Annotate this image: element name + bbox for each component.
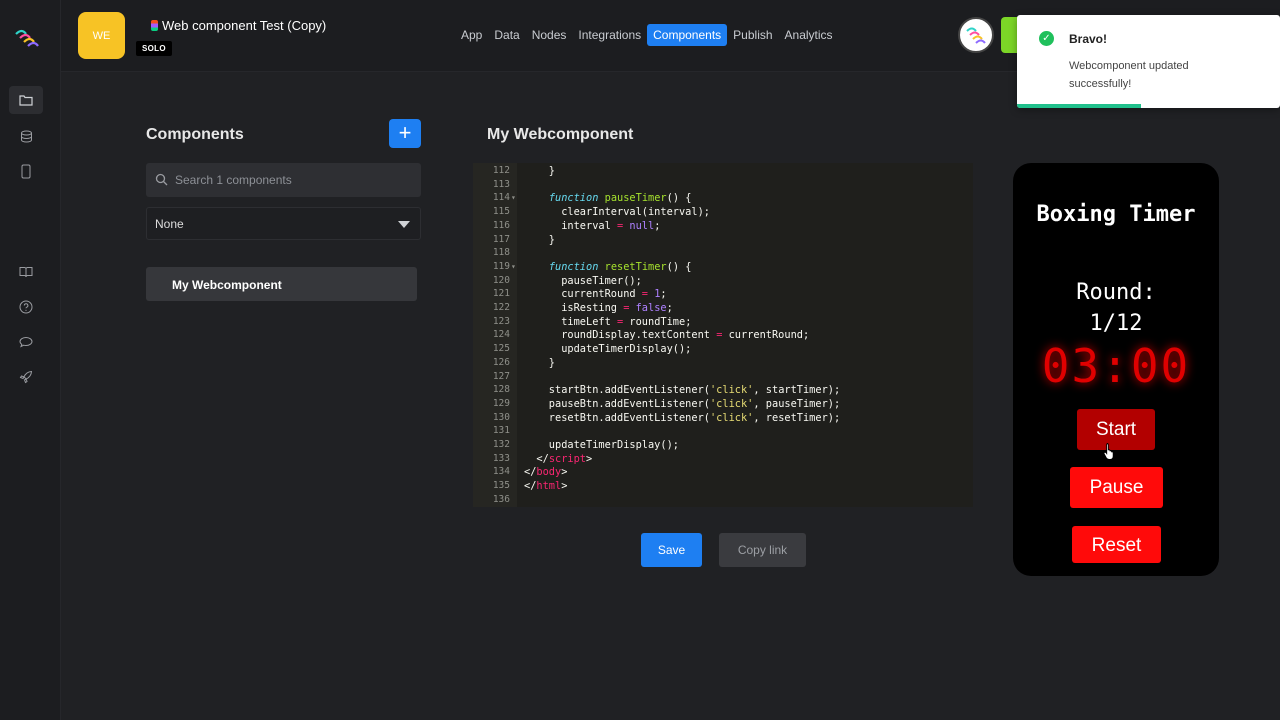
- plan-badge: SOLO: [136, 41, 172, 56]
- book-icon[interactable]: [15, 261, 37, 283]
- code-text: function pauseTimer() {: [548, 192, 692, 205]
- code-text: }: [524, 165, 555, 177]
- list-item-component[interactable]: My Webcomponent: [146, 267, 417, 301]
- help-icon[interactable]: [15, 296, 37, 318]
- line-number: 128: [492, 384, 510, 396]
- code-text: pauseTimer();: [524, 274, 642, 287]
- code-text: </script>: [524, 452, 593, 465]
- add-component-button[interactable]: +: [389, 119, 421, 148]
- toast-title: Bravo!: [1069, 32, 1108, 46]
- tab-components[interactable]: Components: [647, 24, 728, 46]
- filter-select[interactable]: None: [146, 207, 421, 240]
- project-title-text: Web component Test (Copy): [162, 18, 327, 33]
- line-number: 126: [492, 356, 510, 368]
- project-title[interactable]: Web component Test (Copy): [151, 18, 326, 33]
- code-text: updateTimerDisplay();: [524, 343, 692, 356]
- rocket-icon[interactable]: [15, 366, 37, 388]
- line-number: 112: [492, 165, 510, 176]
- line-number: 127: [492, 370, 510, 382]
- tab-integrations[interactable]: Integrations: [572, 24, 647, 46]
- line-number: 114: [492, 192, 510, 204]
- line-number: 125: [492, 343, 510, 355]
- tab-nodes[interactable]: Nodes: [526, 24, 573, 46]
- success-toast: ✓ Bravo! Webcomponent updated successful…: [1017, 15, 1280, 108]
- round-label: Round:: [1076, 280, 1156, 305]
- line-number: 122: [492, 302, 510, 313]
- round-value: 1/12: [1089, 311, 1143, 336]
- code-text: clearInterval(interval);: [524, 206, 710, 219]
- filter-value: None: [155, 217, 184, 231]
- code-text: updateTimerDisplay();: [524, 439, 679, 451]
- line-number: 129: [492, 397, 510, 409]
- tab-analytics[interactable]: Analytics: [779, 24, 839, 46]
- search-icon: [155, 173, 168, 191]
- code-text: resetBtn.addEventListener('click', reset…: [524, 411, 841, 424]
- user-avatar[interactable]: [958, 17, 994, 53]
- fold-icon[interactable]: ▾: [511, 260, 516, 274]
- code-text: pauseBtn.addEventListener('click', pause…: [524, 397, 841, 410]
- line-number: 113: [492, 178, 510, 190]
- code-text: timeLeft = roundTime;: [524, 315, 692, 328]
- fold-icon[interactable]: ▾: [511, 191, 516, 205]
- line-number: 119: [492, 260, 510, 272]
- figma-icon: [151, 20, 158, 31]
- components-title: Components: [146, 126, 244, 143]
- code-text: }: [524, 233, 555, 246]
- code-editor[interactable]: 112 } 113 114 ▾ function pauseTimer() {115 …: [473, 163, 973, 507]
- main-nav: App Data Nodes Integrations Components P…: [455, 24, 839, 46]
- code-text: </html>: [524, 480, 568, 493]
- toast-message: Webcomponent updated successfully!: [1069, 60, 1189, 90]
- line-number: 117: [492, 233, 510, 245]
- chevron-down-icon: [398, 221, 410, 228]
- line-number: 115: [492, 206, 510, 218]
- left-sidebar: [0, 0, 61, 720]
- code-text: isResting = false;: [524, 302, 673, 314]
- code-text: roundDisplay.textContent = currentRound;: [524, 329, 810, 342]
- pause-button[interactable]: Pause: [1070, 467, 1163, 508]
- tab-data[interactable]: Data: [488, 24, 525, 46]
- database-icon[interactable]: [15, 125, 37, 147]
- line-number: 132: [492, 439, 510, 450]
- component-search: [146, 163, 421, 197]
- line-number: 133: [492, 452, 510, 464]
- chat-icon[interactable]: [15, 331, 37, 353]
- reset-button[interactable]: Reset: [1072, 526, 1161, 563]
- save-button[interactable]: Save: [641, 533, 702, 567]
- timer-display: 03:00: [1041, 339, 1191, 393]
- cursor-icon: [1103, 442, 1117, 465]
- line-number: 123: [492, 315, 510, 327]
- line-number: 131: [492, 425, 510, 437]
- line-number: 135: [492, 480, 510, 492]
- toast-progress: [1017, 104, 1141, 108]
- component-preview: Boxing Timer Round: 1/12 03:00 Start Paus…: [1013, 163, 1219, 576]
- copy-link-button[interactable]: Copy link: [719, 533, 806, 567]
- line-number: 118: [492, 247, 510, 259]
- preview-title: Boxing Timer: [1036, 202, 1196, 227]
- code-text: </body>: [524, 466, 568, 479]
- folder-icon[interactable]: [9, 86, 43, 114]
- check-icon: ✓: [1039, 31, 1054, 46]
- line-number: 121: [492, 288, 510, 300]
- code-text: startBtn.addEventListener('click', start…: [524, 384, 841, 397]
- line-number: 116: [492, 219, 510, 231]
- line-number: 120: [492, 274, 510, 286]
- line-number: 124: [492, 329, 510, 341]
- app-avatar[interactable]: WE: [78, 12, 125, 59]
- round-display: Round: 1/12: [1013, 277, 1219, 339]
- logo-icon[interactable]: [12, 24, 42, 54]
- code-text: interval = null;: [524, 219, 661, 232]
- code-text: function resetTimer() {: [548, 260, 692, 273]
- line-number: 136: [492, 493, 510, 505]
- search-input[interactable]: [175, 163, 415, 197]
- line-number: 130: [492, 411, 510, 423]
- mobile-icon[interactable]: [15, 160, 37, 182]
- line-number: 134: [492, 466, 510, 478]
- tab-publish[interactable]: Publish: [727, 24, 778, 46]
- editor-title: My Webcomponent: [487, 126, 634, 143]
- tab-app[interactable]: App: [455, 24, 488, 46]
- code-text: }: [524, 356, 555, 369]
- code-text: currentRound = 1;: [524, 288, 667, 301]
